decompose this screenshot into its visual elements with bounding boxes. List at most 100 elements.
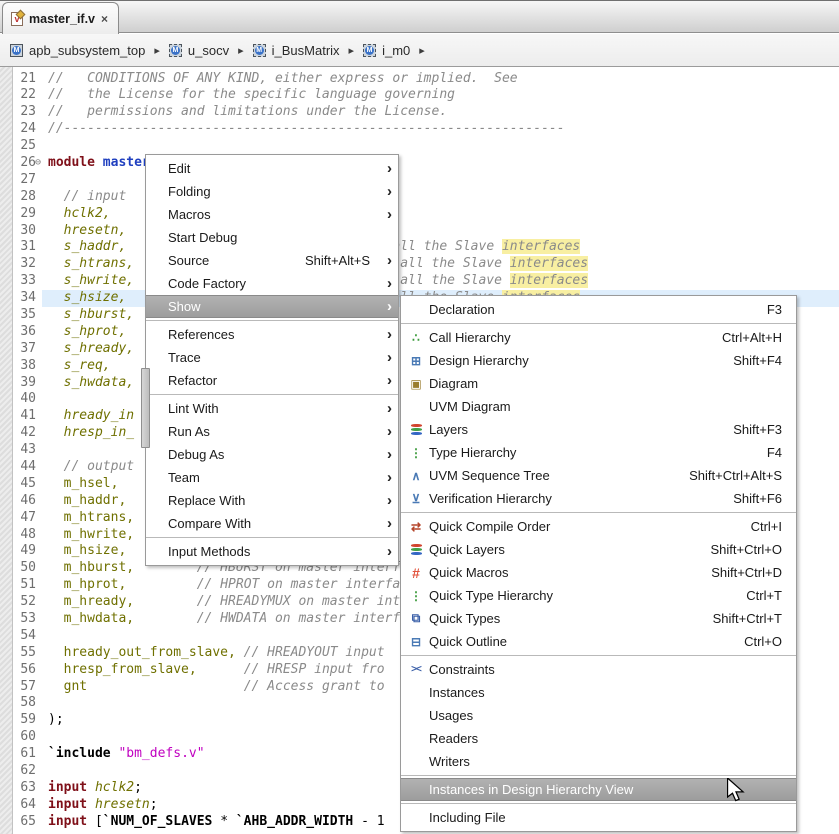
menu-separator (401, 775, 796, 776)
menu-item-source[interactable]: SourceShift+Alt+S› (146, 249, 398, 272)
menu-item-debug-as[interactable]: Debug As› (146, 443, 398, 466)
menu-item-trace[interactable]: Trace› (146, 346, 398, 369)
menu-item-quick-outline[interactable]: Quick OutlineCtrl+O (401, 630, 796, 653)
types-icon (407, 611, 425, 627)
menu-item-folding[interactable]: Folding› (146, 180, 398, 203)
menu-item-input-methods[interactable]: Input Methods› (146, 540, 398, 563)
menu-item-type-hierarchy[interactable]: Type HierarchyF4 (401, 441, 796, 464)
line-number: 40 (0, 391, 42, 408)
line-number: 57 (0, 679, 42, 696)
menu-item-declaration[interactable]: Declaration F3 (401, 298, 796, 321)
line-number: 60 (0, 729, 42, 746)
line-number: 59 (0, 712, 42, 729)
code-line[interactable]: 30 hresetn, (0, 223, 839, 240)
line-number: 43 (0, 442, 42, 459)
menu-item-label: Diagram (429, 376, 478, 391)
editor-tab-bar: v master_if.v × (0, 0, 839, 33)
menu-item-show[interactable]: Show› (146, 295, 398, 318)
menu-item-start-debug[interactable]: Start Debug (146, 226, 398, 249)
menu-item-writers[interactable]: Writers (401, 750, 796, 773)
code-line[interactable]: 27 (0, 172, 839, 189)
code-line[interactable]: 26⊖module master_if (0, 155, 839, 172)
menu-item-refactor[interactable]: Refactor› (146, 369, 398, 392)
menu-item-label: Source (168, 253, 209, 268)
menu-item-instances[interactable]: Instances (401, 681, 796, 704)
mouse-cursor (727, 778, 745, 802)
line-number: 34 (0, 290, 42, 307)
code-line[interactable]: 22// the License for the specific langua… (0, 87, 839, 104)
vertical-scrollbar-thumb[interactable] (141, 368, 150, 448)
line-number: 27 (0, 172, 42, 189)
line-number: 25 (0, 138, 42, 155)
code-line[interactable]: 23// permissions and limitations under t… (0, 104, 839, 121)
code-line[interactable]: 33 s_hwrite, // HWRITE for all the Slave… (0, 273, 839, 290)
menu-item-quick-type-hierarchy[interactable]: Quick Type HierarchyCtrl+T (401, 584, 796, 607)
menu-item-team[interactable]: Team› (146, 466, 398, 489)
menu-item-uvm-diagram[interactable]: UVM Diagram (401, 395, 796, 418)
menu-item-compare-with[interactable]: Compare With› (146, 512, 398, 535)
menu-item-including-file[interactable]: Including File (401, 806, 796, 829)
menu-item-label: Verification Hierarchy (429, 491, 552, 506)
menu-item-layers[interactable]: LayersShift+F3 (401, 418, 796, 441)
tab-close-icon[interactable]: × (101, 13, 108, 25)
line-number: 35 (0, 307, 42, 324)
line-number: 47 (0, 510, 42, 527)
fold-collapse-icon[interactable]: ⊖ (35, 155, 41, 172)
line-number: 49 (0, 543, 42, 560)
code-line[interactable]: 25 (0, 138, 839, 155)
code-line[interactable]: 31 s_haddr, // HADDR for all the Slave i… (0, 239, 839, 256)
menu-item-quick-macros[interactable]: Quick MacrosShift+Ctrl+D (401, 561, 796, 584)
menu-item-references[interactable]: References› (146, 323, 398, 346)
menu-separator (401, 323, 796, 324)
line-number: 55 (0, 645, 42, 662)
code-text (42, 138, 839, 155)
breadcrumb-arrow-icon: ▸ (419, 44, 425, 57)
menu-item-macros[interactable]: Macros› (146, 203, 398, 226)
code-line[interactable]: 28 // input (0, 189, 839, 206)
menu-item-label: Replace With (168, 493, 245, 508)
menu-separator (401, 512, 796, 513)
code-line[interactable]: 29 hclk2, (0, 206, 839, 223)
breadcrumb-item-i-busmatrix[interactable]: i_BusMatrix (253, 43, 340, 58)
menu-item-label: Quick Type Hierarchy (429, 588, 553, 603)
menu-item-call-hierarchy[interactable]: Call HierarchyCtrl+Alt+H (401, 326, 796, 349)
line-number: 33 (0, 273, 42, 290)
breadcrumb-label: u_socv (188, 43, 229, 58)
breadcrumb-item-u-socv[interactable]: u_socv (169, 43, 229, 58)
menu-item-label: Refactor (168, 373, 217, 388)
menu-item-lint-with[interactable]: Lint With› (146, 397, 398, 420)
menu-item-uvm-sequence-tree[interactable]: UVM Sequence TreeShift+Ctrl+Alt+S (401, 464, 796, 487)
line-number: 38 (0, 358, 42, 375)
breadcrumb-label: i_BusMatrix (272, 43, 340, 58)
submenu-arrow-icon: › (378, 351, 392, 365)
menu-item-quick-compile-order[interactable]: Quick Compile OrderCtrl+I (401, 515, 796, 538)
menu-shortcut: F3 (767, 302, 782, 317)
breadcrumb-label: apb_subsystem_top (29, 43, 145, 58)
breadcrumb-item-i-m0[interactable]: i_m0 (363, 43, 410, 58)
code-line[interactable]: 32 s_htrans, // HTRANS for all the Slave… (0, 256, 839, 273)
line-number: 21 (0, 71, 42, 88)
menu-item-code-factory[interactable]: Code Factory› (146, 272, 398, 295)
breadcrumb-item-apb-subsystem-top[interactable]: apb_subsystem_top (10, 43, 145, 58)
menu-item-quick-types[interactable]: Quick TypesShift+Ctrl+T (401, 607, 796, 630)
menu-item-edit[interactable]: Edit› (146, 157, 398, 180)
blank-icon (407, 754, 425, 770)
menu-item-readers[interactable]: Readers (401, 727, 796, 750)
submenu-arrow-icon: › (378, 425, 392, 439)
menu-item-design-hierarchy[interactable]: Design HierarchyShift+F4 (401, 349, 796, 372)
submenu-arrow-icon: › (378, 545, 392, 559)
menu-item-replace-with[interactable]: Replace With› (146, 489, 398, 512)
tab-master-if[interactable]: v master_if.v × (2, 2, 119, 34)
menu-item-usages[interactable]: Usages (401, 704, 796, 727)
code-line[interactable]: 21// CONDITIONS OF ANY KIND, either expr… (0, 71, 839, 88)
menu-item-verification-hierarchy[interactable]: Verification HierarchyShift+F6 (401, 487, 796, 510)
menu-item-constraints[interactable]: Constraints (401, 658, 796, 681)
menu-item-label: Declaration (429, 302, 495, 317)
blank-icon (407, 302, 425, 318)
menu-item-diagram[interactable]: Diagram (401, 372, 796, 395)
menu-item-run-as[interactable]: Run As› (146, 420, 398, 443)
code-line[interactable]: 24//------------------------------------… (0, 121, 839, 138)
code-text: // permissions and limitations under the… (42, 104, 839, 121)
line-number: 53 (0, 611, 42, 628)
menu-item-quick-layers[interactable]: Quick LayersShift+Ctrl+O (401, 538, 796, 561)
